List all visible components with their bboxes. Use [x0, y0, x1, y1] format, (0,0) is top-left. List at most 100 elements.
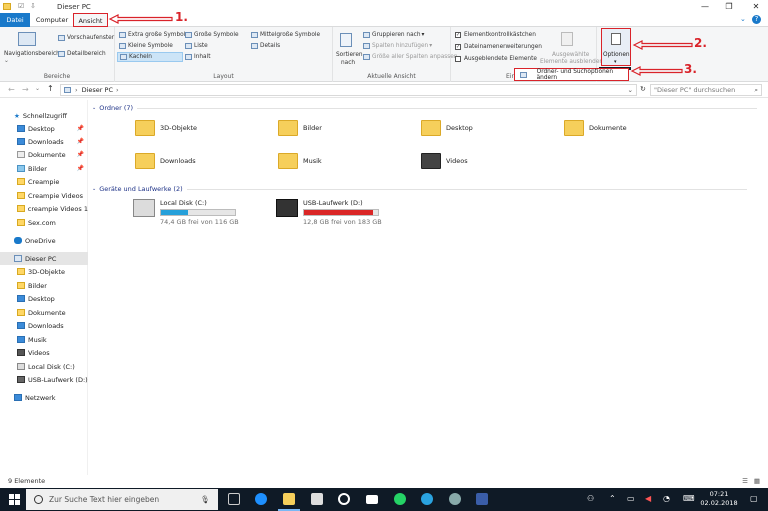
telegram-icon[interactable]	[421, 493, 433, 505]
sidebar-item-bilder-pc[interactable]: Bilder	[0, 279, 88, 292]
checkbox-unchecked[interactable]	[455, 56, 461, 62]
sidebar-item-3d-objekte[interactable]: 3D-Objekte	[0, 265, 88, 278]
file-explorer-icon[interactable]	[283, 493, 295, 505]
sortieren-nach-label[interactable]: nach	[341, 60, 355, 66]
volume-muted-icon[interactable]: ◀	[645, 494, 651, 503]
sidebar-item-sex-com[interactable]: Sex.com	[0, 216, 88, 229]
quick-access-toolbar-icon[interactable]: ☑	[18, 2, 24, 10]
tab-datei[interactable]: Datei	[0, 13, 30, 27]
drive-item-local-disk[interactable]: Local Disk (C:) 74,4 GB frei von 116 GB	[133, 199, 239, 226]
layout-list[interactable]: Liste	[185, 43, 208, 49]
sidebar-item-creampie-videos-1[interactable]: creampie Videos 1	[0, 202, 88, 215]
layout-content[interactable]: Inhalt	[185, 54, 211, 60]
help-icon[interactable]: ?	[752, 15, 761, 24]
sidebar-item-downloads-pc[interactable]: Downloads	[0, 319, 88, 332]
sidebar-item-musik[interactable]: Musik	[0, 333, 88, 346]
app-icon[interactable]	[449, 493, 461, 505]
sidebar-item-dieser-pc[interactable]: Dieser PC	[0, 252, 88, 265]
sidebar-item-dokumente-pc[interactable]: Dokumente	[0, 306, 88, 319]
chevron-down-icon[interactable]: ⌄	[740, 15, 746, 23]
vorschaufenster-button[interactable]: Vorschaufenster	[58, 35, 114, 41]
sidebar-item-creampie[interactable]: Creampie	[0, 175, 88, 188]
folder-item-desktop[interactable]: Desktop	[421, 120, 473, 136]
sidebar-item-schnellzugriff[interactable]: ★ Schnellzugriff	[0, 109, 88, 122]
back-icon[interactable]: ←	[8, 85, 15, 94]
ordner-suchoptionen-menu-item[interactable]: Ordner- und Suchoptionen ändern	[514, 68, 629, 81]
details-view-icon[interactable]: ☰	[742, 475, 748, 488]
sidebar-item-dokumente[interactable]: Dokumente 📌	[0, 148, 88, 161]
mail-icon[interactable]	[366, 495, 378, 504]
sidebar-item-bilder[interactable]: Bilder 📌	[0, 162, 88, 175]
layout-large-icons[interactable]: Große Symbole	[185, 32, 239, 38]
section-header-laufwerke[interactable]: ⌄ Geräte und Laufwerke (2)	[92, 185, 747, 193]
sidebar-item-desktop-pc[interactable]: Desktop	[0, 292, 88, 305]
layout-extra-large-icons[interactable]: Extra große Symbole	[119, 32, 189, 38]
store-icon[interactable]	[311, 493, 323, 505]
gruppieren-button[interactable]: Gruppieren nach ▾	[363, 32, 424, 38]
layout-small-icons[interactable]: Kleine Symbole	[119, 43, 173, 49]
pin-icon[interactable]: 📌	[77, 138, 84, 145]
refresh-icon[interactable]: ↻	[640, 85, 646, 93]
task-view-icon[interactable]	[228, 493, 240, 505]
sidebar-item-desktop[interactable]: Desktop 📌	[0, 122, 88, 135]
folder-item-downloads[interactable]: Downloads	[135, 153, 196, 169]
checkbox-ausgeblendete[interactable]: Ausgeblendete Elemente	[455, 56, 537, 62]
clock[interactable]: 07:21 02.02.2018	[697, 490, 741, 508]
tab-ansicht[interactable]: Ansicht	[73, 13, 108, 27]
keyboard-icon[interactable]: ⌨	[683, 494, 695, 503]
drive-item-usb[interactable]: USB-Laufwerk (D:) 12,8 GB frei von 183 G…	[276, 199, 382, 226]
chevron-down-icon[interactable]: ⌄	[628, 86, 633, 94]
search-icon[interactable]: ⌕	[754, 86, 758, 95]
section-header-ordner[interactable]: ⌄ Ordner (7)	[92, 104, 758, 112]
people-icon[interactable]: ⚇	[587, 494, 594, 503]
breadcrumb[interactable]: Dieser PC	[82, 86, 113, 94]
battery-icon[interactable]: ▭	[627, 494, 635, 503]
sidebar-item-downloads[interactable]: Downloads 📌	[0, 135, 88, 148]
chevron-down-icon[interactable]: ⌄	[35, 85, 40, 92]
up-icon[interactable]: ↑	[47, 84, 54, 93]
folder-item-dokumente[interactable]: Dokumente	[564, 120, 627, 136]
pin-icon[interactable]: 📌	[77, 125, 84, 132]
sidebar-item-creampie-videos[interactable]: Creampie Videos	[0, 189, 88, 202]
folder-item-3d-objekte[interactable]: 3D-Objekte	[135, 120, 197, 136]
spalten-button[interactable]: Spalten hinzufügen ▾	[363, 43, 432, 49]
maximize-button[interactable]: ❐	[717, 0, 741, 13]
notification-icon[interactable]: ▢	[750, 494, 758, 503]
sidebar-item-videos[interactable]: Videos	[0, 346, 88, 359]
sidebar-item-onedrive[interactable]: OneDrive	[0, 234, 88, 247]
groesse-button[interactable]: Größe aller Spalten anpassen	[363, 54, 458, 60]
dropdown-icon[interactable]: ⇩	[30, 2, 36, 10]
sortieren-button[interactable]: Sortieren	[336, 52, 363, 58]
optionen-button[interactable]: Optionen ▾	[601, 28, 631, 66]
tab-computer[interactable]: Computer	[34, 13, 70, 27]
layout-tiles[interactable]: Kacheln	[117, 52, 183, 62]
folder-item-musik[interactable]: Musik	[278, 153, 322, 169]
detailbereich-button[interactable]: Detailbereich	[58, 51, 106, 57]
app-icon-2[interactable]	[476, 493, 488, 505]
chevron-down-icon[interactable]: ⌄	[4, 58, 9, 64]
search-input[interactable]: "Dieser PC" durchsuchen ⌕	[650, 84, 762, 96]
microphone-icon[interactable]: 🎙	[200, 495, 210, 504]
sidebar-item-netzwerk[interactable]: Netzwerk	[0, 391, 88, 404]
pin-icon[interactable]: 📌	[77, 151, 84, 158]
folder-item-videos[interactable]: Videos	[421, 153, 468, 169]
checkbox-elementkontrollkaestchen[interactable]: ✓ Elementkontrollkästchen	[455, 32, 536, 38]
layout-details[interactable]: Details	[251, 43, 280, 49]
forward-icon[interactable]: →	[22, 85, 29, 94]
navigationsbereich-button[interactable]: Navigationsbereich	[4, 51, 60, 57]
folder-item-bilder[interactable]: Bilder	[278, 120, 322, 136]
taskbar-search-input[interactable]: Zur Suche Text hier eingeben 🎙	[26, 489, 218, 510]
sidebar-item-local-disk[interactable]: Local Disk (C:)	[0, 360, 88, 373]
settings-gear-icon[interactable]	[338, 493, 350, 505]
chevron-up-icon[interactable]: ⌃	[609, 494, 616, 503]
network-icon[interactable]: ◔	[663, 494, 670, 503]
sidebar-item-usb-laufwerk[interactable]: USB-Laufwerk (D:)	[0, 373, 88, 386]
ausgewaehlte-button[interactable]: Ausgewählte	[552, 52, 589, 58]
tiles-view-icon[interactable]: ▦	[754, 475, 760, 488]
checkbox-checked[interactable]: ✓	[455, 44, 461, 50]
close-button[interactable]: ✕	[744, 0, 768, 13]
edge-icon[interactable]	[255, 493, 267, 505]
address-input[interactable]: › Dieser PC › ⌄	[60, 84, 637, 96]
checkbox-checked[interactable]: ✓	[455, 32, 461, 38]
checkbox-dateinamenerweiterungen[interactable]: ✓ Dateinamenerweiterungen	[455, 44, 542, 50]
